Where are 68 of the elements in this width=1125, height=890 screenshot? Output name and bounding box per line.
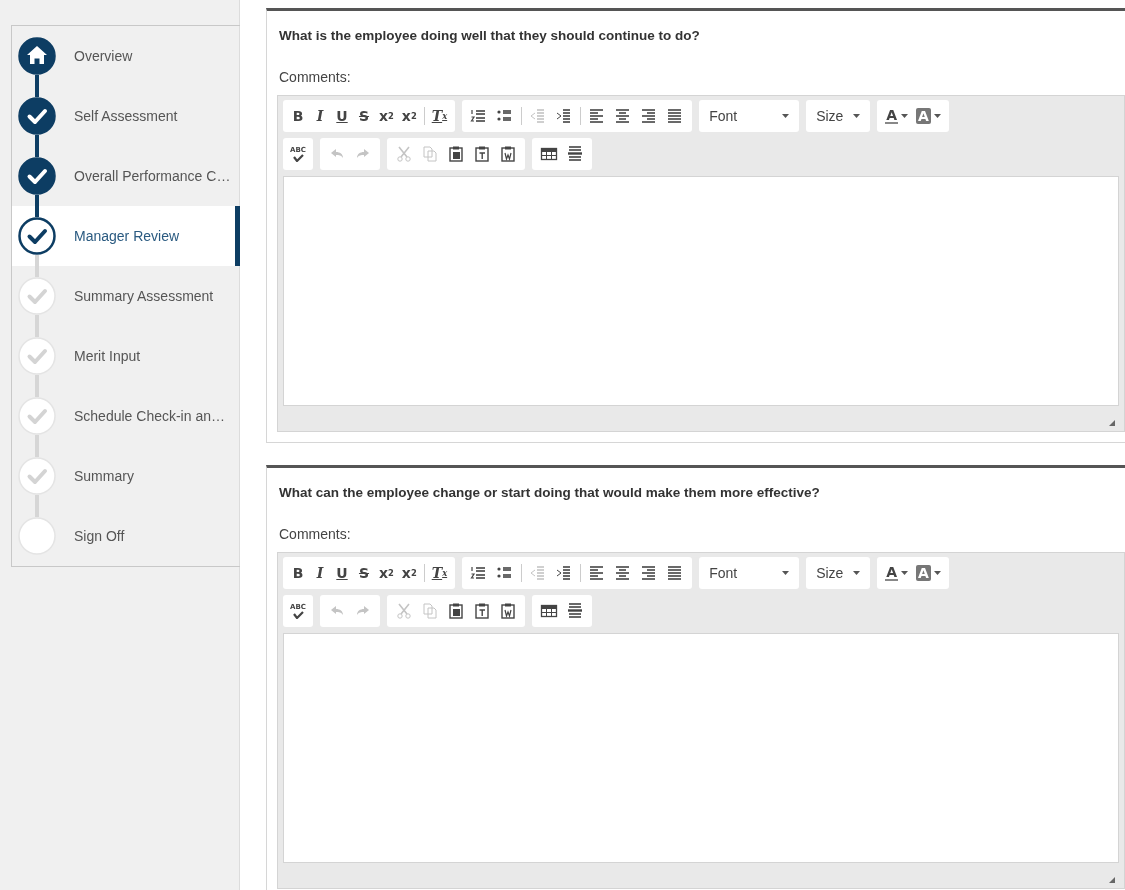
caret-icon bbox=[933, 571, 941, 575]
font-dropdown[interactable]: Font bbox=[703, 559, 796, 587]
check-mark-icon bbox=[291, 153, 305, 162]
step-item[interactable]: Overall Performance C… bbox=[12, 146, 240, 206]
check-step-icon bbox=[18, 217, 56, 255]
check-step-icon bbox=[18, 97, 56, 135]
bold-button[interactable]: B bbox=[287, 103, 309, 129]
check-step-icon bbox=[18, 397, 56, 435]
check-step-icon bbox=[18, 277, 56, 315]
clipboard-text-icon bbox=[473, 145, 491, 163]
check-step-icon bbox=[18, 157, 56, 195]
copy-icon bbox=[421, 602, 439, 620]
font-dropdown[interactable]: Font bbox=[703, 102, 796, 130]
caret-icon bbox=[853, 114, 861, 118]
italic-button[interactable]: I bbox=[309, 103, 331, 129]
comment-input-field[interactable] bbox=[283, 633, 1119, 863]
horizontal-rule-icon bbox=[566, 602, 584, 620]
caret-icon bbox=[782, 114, 790, 118]
step-item[interactable]: Sign Off bbox=[12, 506, 240, 566]
caret-icon bbox=[933, 114, 941, 118]
step-item[interactable]: Schedule Check-in an… bbox=[12, 386, 240, 446]
step-item[interactable]: Manager Review bbox=[12, 206, 240, 266]
resize-handle-icon[interactable] bbox=[1109, 420, 1115, 426]
clipboard-text-icon bbox=[473, 602, 491, 620]
clipboard-word-icon bbox=[499, 145, 517, 163]
superscript-button[interactable]: x$^{2}$ bbox=[397, 560, 421, 586]
text-color-button[interactable]: A bbox=[881, 103, 912, 129]
table-icon bbox=[540, 602, 558, 620]
caret-icon bbox=[782, 571, 790, 575]
clipboard-word-icon bbox=[499, 602, 517, 620]
text-color-button[interactable]: A bbox=[881, 560, 912, 586]
caret-icon bbox=[901, 114, 908, 118]
scissors-icon bbox=[395, 145, 413, 163]
home-step-icon bbox=[18, 37, 56, 75]
superscript-button[interactable]: x$^{2}$ bbox=[397, 103, 421, 129]
question-text: What is the employee doing well that they should continue to do? bbox=[279, 28, 701, 43]
horizontal-rule-icon bbox=[566, 145, 584, 163]
step-item[interactable]: Summary Assessment bbox=[12, 266, 240, 326]
scissors-icon bbox=[395, 602, 413, 620]
comments-label: Comments: bbox=[279, 69, 351, 85]
step-item[interactable]: Merit Input bbox=[12, 326, 240, 386]
step-item[interactable]: Self Assessment bbox=[12, 86, 240, 146]
check-step-icon bbox=[18, 457, 56, 495]
size-dropdown[interactable]: Size bbox=[810, 102, 867, 130]
step-item[interactable]: Summary bbox=[12, 446, 240, 506]
clipboard-icon bbox=[447, 145, 465, 163]
copy-icon bbox=[421, 145, 439, 163]
bold-button[interactable]: B bbox=[287, 560, 309, 586]
question-text: What can the employee change or start doing that would make them more effective? bbox=[279, 485, 821, 500]
caret-icon bbox=[901, 571, 908, 575]
resize-handle-icon[interactable] bbox=[1109, 877, 1115, 883]
background-color-button[interactable]: A bbox=[912, 560, 945, 586]
size-dropdown[interactable]: Size bbox=[810, 559, 867, 587]
background-color-button[interactable]: A bbox=[912, 103, 945, 129]
italic-button[interactable]: I bbox=[309, 560, 331, 586]
table-icon bbox=[540, 145, 558, 163]
step-circle-icon bbox=[18, 517, 56, 555]
comments-label: Comments: bbox=[279, 526, 351, 542]
step-item[interactable]: Overview bbox=[12, 26, 240, 86]
caret-icon bbox=[853, 571, 861, 575]
check-step-icon bbox=[18, 337, 56, 375]
clipboard-icon bbox=[447, 602, 465, 620]
comment-input-field[interactable] bbox=[283, 176, 1119, 406]
underline-button[interactable]: U bbox=[331, 560, 353, 586]
underline-button[interactable]: U bbox=[331, 103, 353, 129]
check-mark-icon bbox=[291, 610, 305, 619]
strike-button[interactable]: S bbox=[353, 103, 375, 129]
strike-button[interactable]: S bbox=[353, 560, 375, 586]
